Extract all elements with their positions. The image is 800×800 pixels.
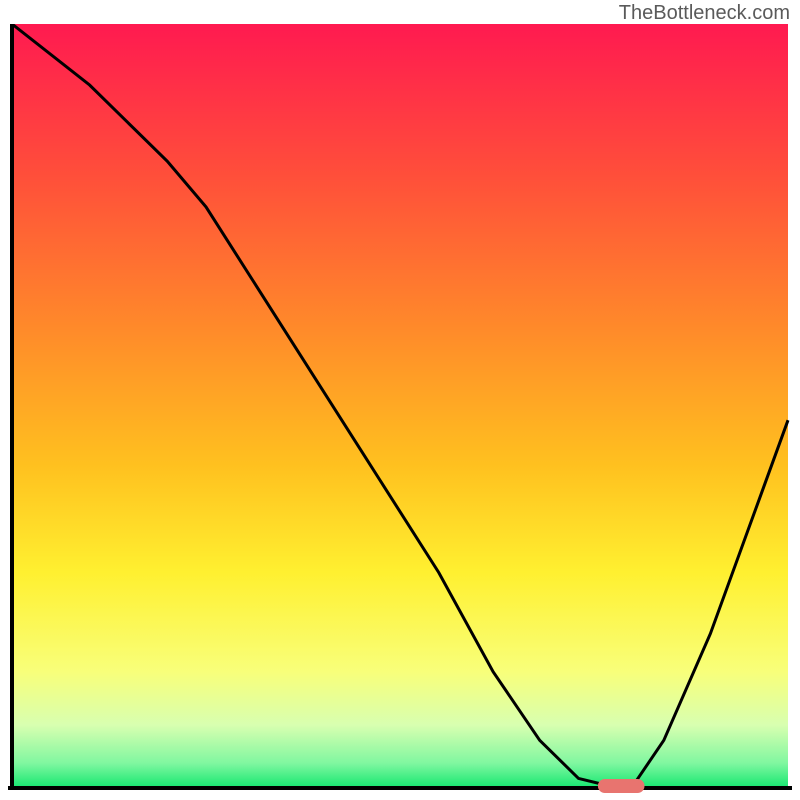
chart-background <box>12 24 788 786</box>
bottleneck-chart <box>8 24 792 794</box>
optimal-marker <box>598 779 645 793</box>
watermark-text: TheBottleneck.com <box>619 2 790 25</box>
chart-svg <box>8 24 792 794</box>
